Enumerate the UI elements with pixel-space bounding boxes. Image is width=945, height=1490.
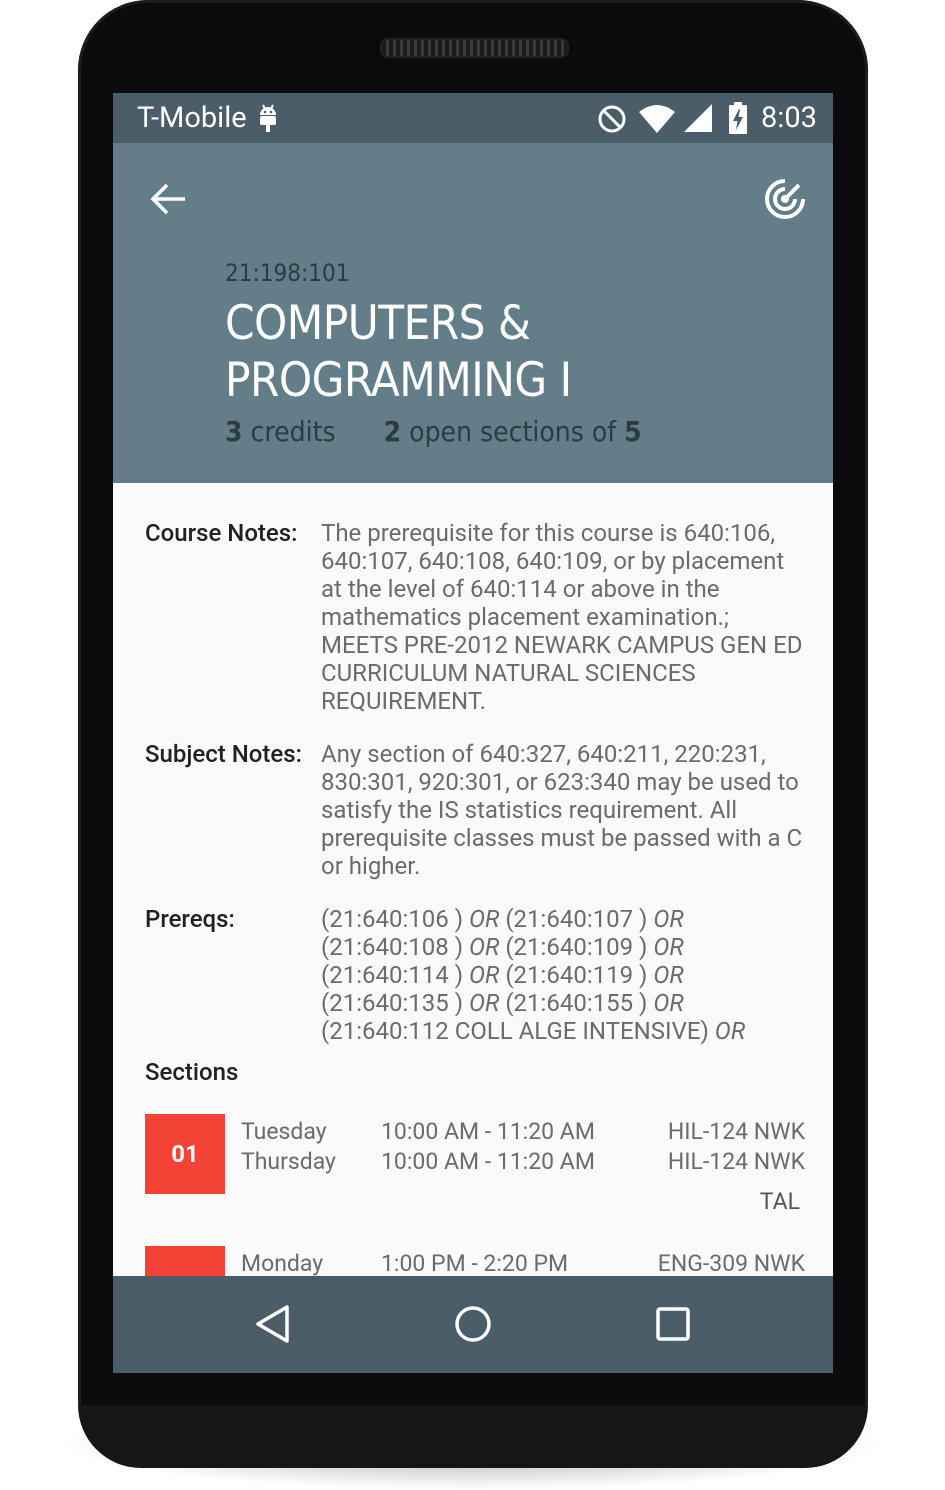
recents-square-icon[interactable] [653,1304,693,1348]
meeting-room: HIL-124 NWK [667,1148,805,1175]
meeting-room: HIL-124 NWK [667,1118,805,1145]
section-item[interactable]: 01 Tuesday 10:00 AM - 11:20 AM HIL-124 N… [145,1114,805,1234]
course-code: 21:198:101 [225,259,350,287]
open-sections-value: 2 [383,415,402,448]
speaker-grille [380,38,569,58]
subject-notes-label: Subject Notes: [145,740,302,768]
open-sections-label: open sections of [409,415,617,448]
meeting-room: ENG-309 NWK [657,1250,805,1277]
total-sections-value: 5 [624,415,642,448]
phone-chin [78,1405,868,1468]
meeting-time: 10:00 AM - 11:20 AM [381,1148,595,1175]
subject-notes-text: Any section of 640:327, 640:211, 220:231… [321,740,803,880]
meeting-day: Thursday [241,1148,336,1175]
carrier-name: T-Mobile [137,101,247,135]
prereq-line: (21:640:106 ) OR (21:640:107 ) OR [321,905,684,933]
course-title: COMPUTERS & PROGRAMMING I [225,296,572,408]
cell-signal-icon [684,104,712,136]
meeting-day: Monday [241,1250,324,1277]
course-notes-text: The prerequisite for this course is 640:… [321,519,803,715]
prereqs-text: (21:640:106 ) OR (21:640:107 ) OR (21:64… [321,905,805,1045]
battery-charging-icon [728,102,748,138]
meeting-time: 1:00 PM - 2:20 PM [381,1250,569,1277]
app-screen: T-Mobile 8:03 21:198:101 COMPUTERS & PRO… [113,93,833,1373]
course-header: 21:198:101 COMPUTERS & PROGRAMMING I 3 c… [113,143,833,483]
prereq-line: (21:640:135 ) OR (21:640:155 ) OR [321,989,684,1017]
instructor-name: TAL [759,1188,800,1215]
section-number-badge[interactable]: 01 [145,1114,225,1194]
arrow-back-icon[interactable] [149,179,189,223]
status-bar: T-Mobile 8:03 [113,93,833,143]
wifi-icon [638,104,676,138]
prereq-line: (21:640:112 COLL ALGE INTENSIVE) OR [321,1017,746,1045]
prereq-line: (21:640:114 ) OR (21:640:119 ) OR [321,961,684,989]
prereqs-label: Prereqs: [145,905,235,933]
credits-value: 3 [225,415,243,448]
prereq-line: (21:640:108 ) OR (21:640:109 ) OR [321,933,684,961]
course-meta: 3 credits 2 open sections of 5 [225,415,642,448]
back-triangle-icon[interactable] [253,1304,293,1348]
credits-label: credits [250,415,336,448]
status-clock: 8:03 [761,101,817,135]
system-nav-bar [113,1276,833,1373]
meeting-day: Tuesday [241,1118,327,1145]
radar-track-icon[interactable] [763,177,807,225]
meeting-time: 10:00 AM - 11:20 AM [381,1118,595,1145]
home-circle-icon[interactable] [453,1304,493,1348]
sections-heading: Sections [145,1058,239,1086]
course-notes-label: Course Notes: [145,519,298,547]
android-icon [257,103,279,133]
do-not-disturb-icon [597,104,627,138]
